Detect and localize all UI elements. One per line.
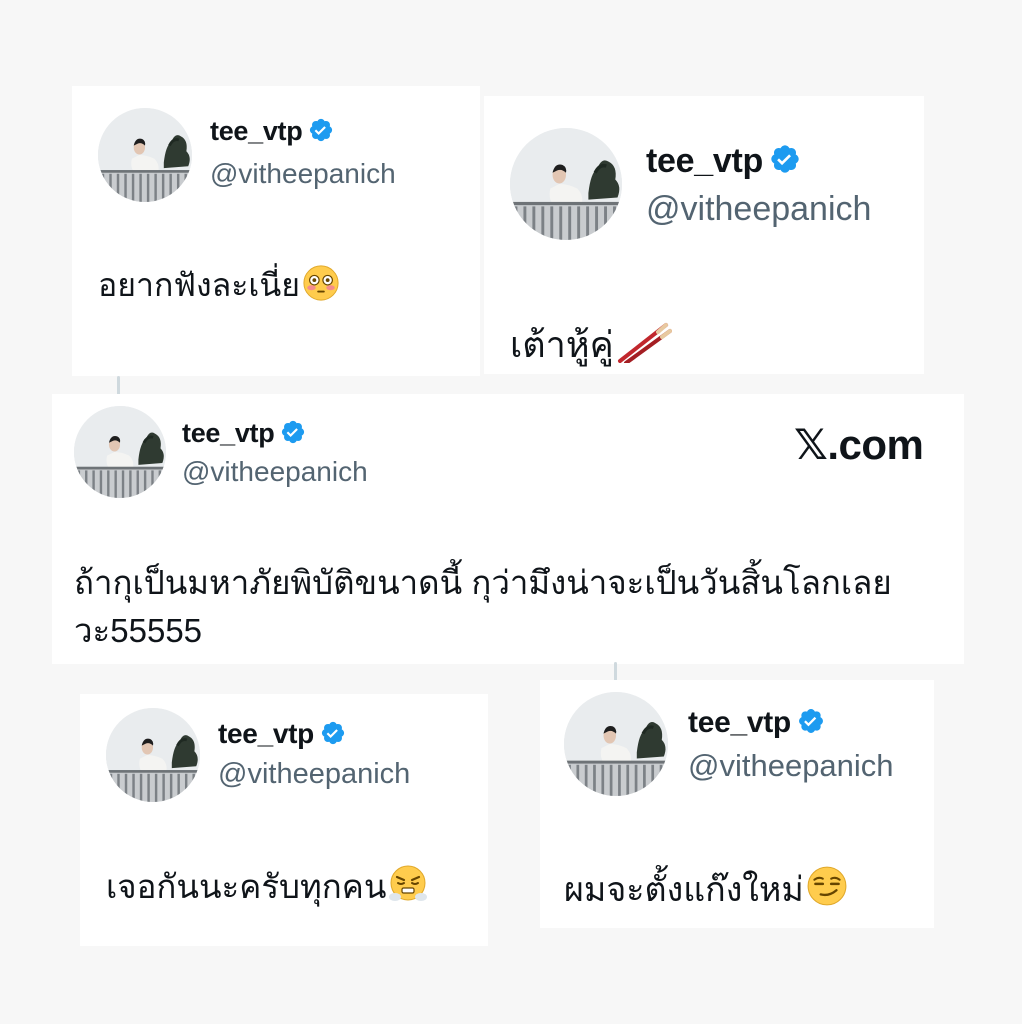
avatar[interactable]: [74, 406, 166, 498]
display-name[interactable]: tee_vtp: [182, 418, 306, 449]
post-card-4: tee_vtp @vitheepanich เจอกันนะครับทุกคน: [80, 694, 488, 946]
avatar[interactable]: [98, 108, 192, 202]
display-name-text: tee_vtp: [688, 706, 791, 739]
post-text: ผมจะตั้งแก๊งใหม่: [564, 862, 848, 916]
post-text-content: เจอกันนะครับทุกคน: [106, 868, 387, 905]
post-card-2: tee_vtp @vitheepanich เต้าหู้คู่: [484, 96, 924, 374]
display-name-text: tee_vtp: [210, 116, 303, 146]
avatar[interactable]: [510, 128, 622, 240]
display-name-text: tee_vtp: [218, 718, 314, 749]
post-text-content: ผมจะตั้งแก๊งใหม่: [564, 871, 804, 909]
x-com-logo: 𝕏.com: [794, 421, 924, 468]
verified-badge-icon: [769, 143, 801, 175]
user-handle[interactable]: @vitheepanich: [210, 158, 396, 190]
post-text-line-2: วะ55555: [74, 612, 203, 649]
chopsticks-icon: [617, 323, 672, 363]
post-card-3: tee_vtp @vitheepanich 𝕏.com ถ้ากุเป็นมหา…: [52, 394, 964, 664]
user-handle[interactable]: @vitheepanich: [646, 190, 871, 229]
user-handle[interactable]: @vitheepanich: [218, 758, 410, 791]
user-handle[interactable]: @vitheepanich: [688, 748, 894, 784]
display-name[interactable]: tee_vtp: [646, 142, 801, 181]
avatar[interactable]: [564, 692, 668, 796]
post-card-5: tee_vtp @vitheepanich ผมจะตั้งแก๊งใหม่: [540, 680, 934, 928]
thread-connector: [117, 376, 120, 396]
display-name-text: tee_vtp: [182, 418, 275, 448]
smirking-face-icon: [807, 866, 847, 906]
verified-badge-icon: [797, 707, 825, 735]
display-name[interactable]: tee_vtp: [218, 718, 346, 750]
verified-badge-icon: [280, 419, 306, 445]
post-text: อยากฟังละเนี่ย: [98, 260, 340, 311]
avatar[interactable]: [106, 708, 200, 802]
display-name[interactable]: tee_vtp: [688, 706, 825, 740]
post-text: เต้าหู้คู่: [510, 316, 672, 373]
thread-connector: [614, 662, 617, 682]
post-text: เจอกันนะครับทุกคน: [106, 860, 428, 913]
post-card-1: tee_vtp @vitheepanich อยากฟังละเนี่ย: [72, 86, 480, 376]
face-with-steam-icon: [389, 865, 428, 901]
verified-badge-icon: [320, 720, 346, 746]
display-name[interactable]: tee_vtp: [210, 116, 334, 147]
verified-badge-icon: [308, 117, 334, 143]
post-text-line-1: ถ้ากุเป็นมหาภัยพิบัติขนาดนี้ กุว่ามึงน่า…: [74, 564, 892, 601]
user-handle[interactable]: @vitheepanich: [182, 456, 368, 488]
flushed-face-icon: [303, 265, 339, 301]
display-name-text: tee_vtp: [646, 142, 763, 180]
post-text-content: อยากฟังละเนี่ย: [98, 267, 300, 303]
post-text-content: เต้าหู้คู่: [510, 324, 614, 365]
